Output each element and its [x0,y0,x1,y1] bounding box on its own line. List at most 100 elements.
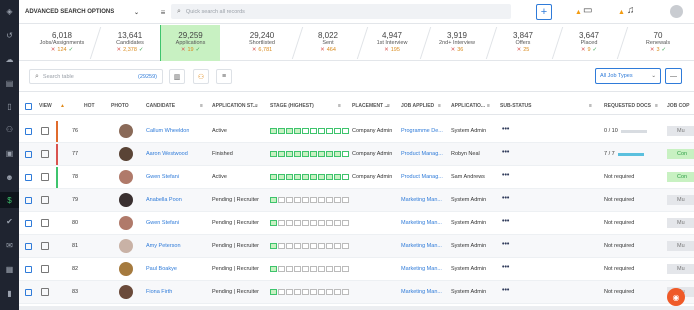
candidate-photo[interactable] [119,147,133,161]
row-checkbox[interactable] [25,197,32,204]
filter-icon[interactable]: ≡ [338,103,341,109]
filter-icon[interactable]: ≡ [438,103,441,109]
filter-icon[interactable]: ≡ [157,6,169,18]
job-copy-badge[interactable]: Mu [667,264,694,274]
candidate-photo[interactable] [119,262,133,276]
message-icon[interactable]: ▭ [583,5,592,16]
job-applied-link[interactable]: Product Manag... [401,174,443,180]
job-copy-badge[interactable]: Mu [667,218,694,228]
col-sub-status[interactable]: SUB-STATUS [500,103,531,109]
candidate-name-link[interactable]: Gwen Stefani [146,174,179,180]
col-stage[interactable]: STAGE (HIGHEST) [270,103,314,109]
table-search-input[interactable]: ⌕ Search table (29259) [29,69,163,84]
col-placement[interactable]: PLACEMENT ... [352,103,389,109]
view-record-icon[interactable] [41,242,49,250]
stage-placed[interactable]: 3,647 Placed ✕ 9 ✓ [563,25,615,61]
person-icon[interactable]: ☻ [4,172,15,183]
select-all-checkbox[interactable] [25,103,32,110]
mail-icon[interactable]: ✉ [4,240,15,251]
filter-icon[interactable]: ≡ [200,103,203,109]
view-record-icon[interactable] [41,127,49,135]
job-copy-badge[interactable]: Mu [667,126,694,136]
row-checkbox[interactable] [25,151,32,158]
table-row[interactable]: 78 Gwen Stefani Active Company Admin Pro… [19,166,694,189]
sub-status-more-icon[interactable]: ••• [502,195,509,202]
stage-jobs[interactable]: 6,018 Jobs/Assignments ✕ 124 ✓ [35,25,89,61]
candidate-name-link[interactable]: Fiona Firth [146,289,172,295]
table-row[interactable]: 77 Aaron Westwood Finished Company Admin… [19,143,694,166]
candidate-photo[interactable] [119,170,133,184]
col-application[interactable]: APPLICATIO... [451,103,485,109]
col-job-applied[interactable]: JOB APPLIED [401,103,434,109]
job-copy-badge[interactable]: Con [667,149,694,159]
table-row[interactable]: 83 Fiona Firth Pending | Recruiter Marke… [19,281,694,304]
candidate-photo[interactable] [119,239,133,253]
search-scope-dropdown[interactable]: ADVANCED SEARCH OPTIONS ⌄ [25,6,139,18]
col-candidate[interactable]: CANDIDATE [146,103,175,109]
row-checkbox[interactable] [25,289,32,296]
view-record-icon[interactable] [41,173,49,181]
filter-icon[interactable]: ≡ [589,103,592,109]
job-applied-link[interactable]: Programme De... [401,128,443,134]
quick-search-input[interactable]: ⌕ Quick search all records [171,4,511,19]
sub-status-more-icon[interactable]: ••• [502,287,509,294]
col-photo[interactable]: PHOTO [111,103,129,109]
avatar[interactable] [670,5,683,18]
table-row[interactable]: 81 Amy Peterson Pending | Recruiter Mark… [19,235,694,258]
col-view[interactable]: VIEW [39,103,52,109]
history-icon[interactable]: ↺ [4,30,15,41]
view-record-icon[interactable] [41,150,49,158]
briefcase-icon[interactable]: ▣ [4,148,15,159]
stage-candidates[interactable]: 13,641 Candidates ✕ 2,378 ✓ [103,25,157,61]
filter-icon[interactable]: ≡ [655,103,658,109]
sub-status-more-icon[interactable]: ••• [502,264,509,271]
col-hot[interactable]: HOT [84,103,95,109]
horizontal-scrollbar[interactable] [19,306,694,310]
candidate-photo[interactable] [119,193,133,207]
col-application-status[interactable]: APPLICATION ST... [212,103,257,109]
stage-2nd-interview[interactable]: 3,919 2nd+ Interview ✕ 36 [431,25,483,61]
chart-icon[interactable]: ▮ [4,288,15,299]
doc-icon[interactable]: ▤ [4,78,15,89]
row-checkbox[interactable] [25,128,32,135]
candidate-photo[interactable] [119,124,133,138]
view-record-icon[interactable] [41,219,49,227]
sub-status-more-icon[interactable]: ••• [502,218,509,225]
col-job-copy[interactable]: JOB COP [667,103,690,109]
candidate-photo[interactable] [119,216,133,230]
candidate-photo[interactable] [119,285,133,299]
candidate-name-link[interactable]: Callum Wheeldon [146,128,189,134]
row-checkbox[interactable] [25,243,32,250]
job-applied-link[interactable]: Marketing Man... [401,220,442,226]
columns-icon[interactable]: ▥ [169,69,185,84]
job-copy-badge[interactable]: Mu [667,195,694,205]
table-row[interactable]: 76 Callum Wheeldon Active Company Admin … [19,120,694,143]
job-applied-link[interactable]: Marketing Man... [401,197,442,203]
more-options-button[interactable]: — [665,68,682,84]
filter-icon[interactable]: ≡ [387,103,390,109]
sub-status-more-icon[interactable]: ••• [502,126,509,133]
job-types-select[interactable]: All Job Types ⌄ [595,68,661,84]
bell-icon[interactable]: ♫ [627,5,635,16]
logo-icon[interactable]: ◈ [4,6,15,17]
table-row[interactable]: 82 Paul Boakye Pending | Recruiter Marke… [19,258,694,281]
calendar-icon[interactable]: ▦ [4,264,15,275]
stage-sent[interactable]: 8,022 Sent ✕ 464 [303,25,353,61]
stage-renewals[interactable]: 70 Renewals ✕ 3 ✓ [629,25,687,61]
candidate-name-link[interactable]: Aaron Westwood [146,151,188,157]
phone-icon[interactable]: ▯ [4,101,15,112]
col-requested-docs[interactable]: REQUESTED DOCS [604,103,651,109]
hot-icon[interactable]: ▲ [60,103,65,109]
cloud-icon[interactable]: ☁ [4,54,15,65]
group-icon[interactable]: ⚇ [193,69,209,84]
filter-icon[interactable]: ≡ [487,103,490,109]
add-button[interactable]: + [536,4,552,20]
row-checkbox[interactable] [25,174,32,181]
candidate-name-link[interactable]: Anabella Poon [146,197,182,203]
candidate-name-link[interactable]: Amy Peterson [146,243,181,249]
candidate-name-link[interactable]: Paul Boakye [146,266,177,272]
filter-icon[interactable]: ≡ [216,69,232,84]
chat-launcher-icon[interactable]: ◉ [667,288,685,306]
check-icon[interactable]: ✔ [4,216,15,227]
stage-offers[interactable]: 3,847 Offers ✕ 25 [497,25,549,61]
